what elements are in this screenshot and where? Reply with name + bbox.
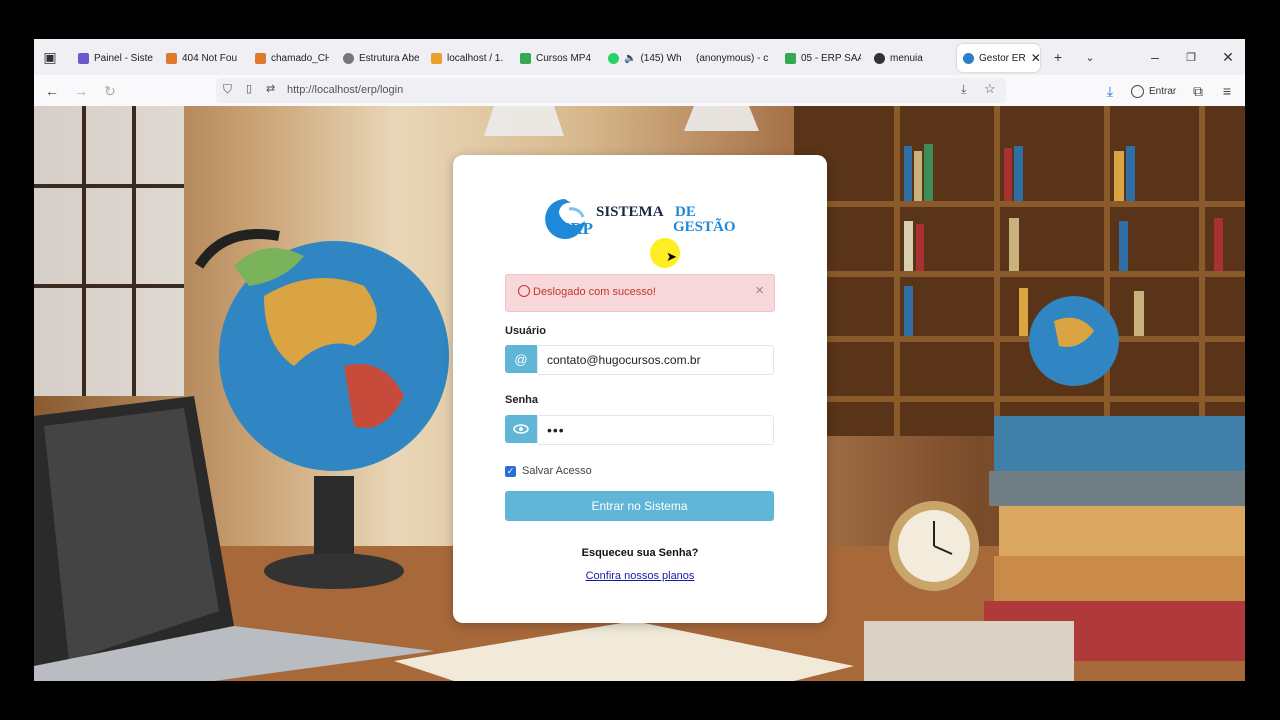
username-value: contato@hugocursos.com.br [547, 353, 701, 367]
forgot-password-text: Esqueceu sua Senha? [581, 547, 699, 559]
sign-in-button[interactable]: Entrar [1131, 81, 1176, 101]
tab-chamado[interactable]: chamado_CH [255, 44, 329, 72]
permissions-icon[interactable]: ⇄ [266, 82, 275, 95]
minimize-icon[interactable]: – [1145, 47, 1165, 67]
tab-label: Estrutura Abe [359, 52, 419, 64]
downloads-icon[interactable]: ⤓ [1100, 81, 1120, 101]
account-icon [1131, 84, 1144, 98]
login-submit-button[interactable]: Entrar no Sistema [505, 491, 774, 521]
at-icon: @ [505, 345, 537, 373]
drive-favicon-icon [785, 52, 796, 64]
browser-window: ▣ Painel - Siste 404 Not Fou chamado_CH … [34, 39, 1245, 681]
password-input[interactable]: ••• [537, 415, 774, 445]
tab-label: localhost / 1. [447, 52, 504, 64]
login-card: ERP SISTEMA DE GESTÃO Deslogado com suce… [453, 155, 827, 623]
window-close-icon[interactable]: ✕ [1218, 47, 1238, 67]
tab-label: Gestor ER [979, 52, 1026, 64]
page-icon[interactable]: ▯ [246, 82, 252, 95]
tab-label: (anonymous) - c [696, 52, 769, 64]
painel-favicon-icon [78, 52, 89, 64]
tab-bar: ▣ Painel - Siste 404 Not Fou chamado_CH … [34, 39, 1245, 75]
tab-estrutura[interactable]: Estrutura Abe [343, 44, 419, 72]
globe-favicon-icon [343, 52, 354, 64]
tab-label: Cursos MP4 [536, 52, 592, 64]
tab-label: Painel - Siste [94, 52, 153, 64]
menuia-favicon-icon [874, 52, 885, 64]
tab-localhost[interactable]: localhost / 1. [431, 44, 507, 72]
tab-menuia[interactable]: menuia [874, 44, 950, 72]
username-label: Usuário [505, 325, 546, 337]
logo-gestao-text: GESTÃO [673, 219, 736, 235]
menu-icon[interactable]: ≡ [1217, 81, 1237, 101]
page-content: ERP SISTEMA DE GESTÃO Deslogado com suce… [34, 106, 1245, 681]
tab-overview-icon[interactable]: ▣ [40, 47, 60, 67]
gestor-favicon-icon [963, 52, 974, 64]
url-bar[interactable]: ⛉ ▯ ⇄ http://localhost/erp/login ⤓ ☆ [216, 78, 1006, 103]
login-submit-label: Entrar no Sistema [591, 499, 688, 513]
shield-icon[interactable]: ⛉ [223, 82, 232, 97]
tab-anonymous[interactable]: (anonymous) - c [696, 44, 772, 72]
url-text[interactable]: http://localhost/erp/login [287, 84, 403, 96]
speaker-icon[interactable]: 🔈 [624, 53, 636, 64]
tab-erp-saas[interactable]: 05 - ERP SAA [785, 44, 861, 72]
tab-label: 05 - ERP SAA [801, 52, 861, 64]
404-favicon-icon [166, 52, 177, 64]
plans-link-wrapper: Confira nossos planos [453, 570, 827, 582]
save-page-icon[interactable]: ⤓ [961, 82, 966, 97]
new-tab-icon[interactable]: + [1048, 47, 1068, 67]
logout-success-alert: Deslogado com sucesso! × [505, 274, 775, 312]
password-label: Senha [505, 394, 539, 406]
tab-label: 404 Not Fou [182, 52, 238, 64]
bookmark-star-icon[interactable]: ☆ [984, 81, 996, 97]
tab-gestor-erp[interactable]: Gestor ER ✕ [957, 44, 1040, 72]
logo-erp-text: ERP [559, 219, 593, 238]
navigation-bar: ← → ↻ ⛉ ▯ ⇄ http://localhost/erp/login ⤓… [34, 75, 1245, 107]
close-tab-icon[interactable]: ✕ [1031, 51, 1040, 65]
checkbox-checked-icon[interactable]: ✓ [505, 465, 516, 477]
whatsapp-favicon-icon [608, 52, 619, 64]
tab-painel[interactable]: Painel - Siste [78, 44, 158, 72]
extensions-icon[interactable]: ⧉ [1188, 81, 1208, 101]
restore-icon[interactable]: ❐ [1181, 47, 1201, 67]
alert-close-icon[interactable]: × [755, 282, 764, 299]
list-tabs-chevron-down-icon[interactable]: ⌄ [1080, 47, 1100, 67]
chamado-favicon-icon [255, 52, 266, 64]
tab-label: menuia [890, 52, 923, 64]
sign-in-label: Entrar [1149, 85, 1177, 97]
remember-access-label: Salvar Acesso [522, 465, 592, 477]
ban-icon [518, 285, 530, 297]
username-input[interactable]: contato@hugocursos.com.br [537, 345, 774, 375]
tab-label: chamado_CH [271, 52, 329, 64]
tab-404[interactable]: 404 Not Fou [166, 44, 242, 72]
drive-favicon-icon [520, 52, 531, 64]
back-arrow-icon[interactable]: ← [42, 81, 62, 101]
remember-access-checkbox[interactable]: ✓ Salvar Acesso [505, 464, 592, 478]
reload-icon[interactable]: ↻ [100, 81, 120, 101]
forward-arrow-icon[interactable]: → [71, 81, 91, 101]
plans-link[interactable]: Confira nossos planos [586, 570, 695, 582]
password-value: ••• [547, 422, 565, 438]
phpmyadmin-favicon-icon [431, 52, 442, 64]
alert-message: Deslogado com sucesso! [533, 286, 656, 298]
logo-sistema-text: SISTEMA [596, 204, 664, 220]
erp-logo: ERP SISTEMA DE GESTÃO [541, 195, 741, 243]
mouse-pointer-icon: ➤ [666, 249, 677, 264]
tab-cursos[interactable]: Cursos MP4 [520, 44, 596, 72]
show-password-eye-icon[interactable] [505, 415, 537, 443]
tab-label: (145) Wh [640, 52, 682, 64]
tab-whatsapp[interactable]: 🔈 (145) Wh [608, 44, 684, 72]
